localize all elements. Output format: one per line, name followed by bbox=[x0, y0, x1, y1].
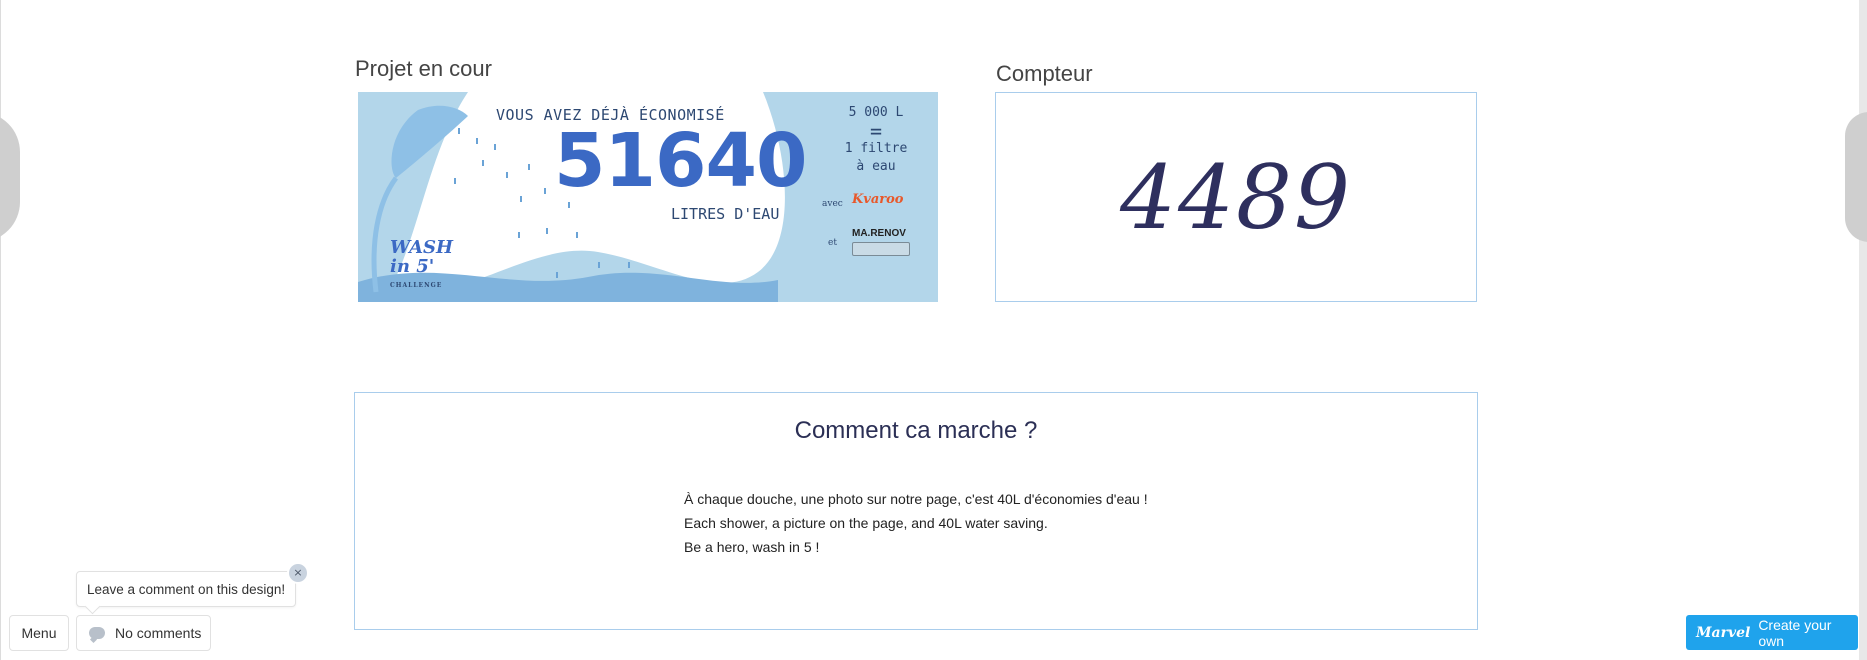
comments-label: No comments bbox=[115, 625, 202, 641]
counter-section-title: Compteur bbox=[996, 61, 1093, 86]
right-scrollbar-track[interactable] bbox=[1859, 0, 1867, 660]
rate-equals: = bbox=[869, 119, 883, 143]
partner-logo-kvaroo: Kvaroo bbox=[852, 192, 904, 207]
how-line-cta: Be a hero, wash in 5 ! bbox=[684, 539, 820, 555]
rate-line-2: à eau bbox=[856, 159, 896, 174]
project-section-title: Projet en cour bbox=[355, 56, 492, 81]
left-frame-edge bbox=[0, 0, 1, 660]
logo-line-2: in 5' bbox=[390, 256, 435, 277]
banner-et: et bbox=[828, 238, 837, 248]
banner-savings-amount: 51640 bbox=[554, 118, 807, 204]
create-your-own-label: Create your own bbox=[1758, 616, 1832, 649]
logo-small: CHALLENGE bbox=[390, 282, 443, 289]
savings-banner: VOUS AVEZ DÉJÀ ÉCONOMISÉ 51640 LITRES D'… bbox=[358, 92, 938, 302]
counter-box: 4489 bbox=[995, 92, 1477, 302]
banner-rate: 5 000 L = 1 filtre à eau bbox=[826, 104, 926, 176]
how-line-en: Each shower, a picture on the page, and … bbox=[684, 515, 1048, 531]
how-it-works-title: Comment ca marche ? bbox=[794, 417, 1038, 444]
banner-unit: LITRES D'EAU bbox=[671, 205, 780, 223]
previous-screen-arrow[interactable] bbox=[0, 112, 20, 242]
partner-logo-marenov: MA.RENOV bbox=[852, 228, 906, 239]
comment-bubble-icon bbox=[89, 627, 105, 639]
counter-value: 4489 bbox=[1120, 145, 1352, 249]
comment-tooltip: Leave a comment on this design! bbox=[76, 571, 297, 607]
how-it-works-text: À chaque douche, une photo sur notre pag… bbox=[684, 487, 1148, 559]
how-line-fr: À chaque douche, une photo sur notre pag… bbox=[684, 491, 1148, 507]
wash-in-5-logo: WASH in 5' CHALLENGE bbox=[390, 238, 453, 295]
partner-logo-image bbox=[852, 242, 910, 256]
banner-avec: avec bbox=[822, 199, 843, 209]
rate-line-1: 1 filtre bbox=[844, 141, 908, 156]
next-screen-arrow[interactable] bbox=[1845, 112, 1867, 242]
menu-button[interactable]: Menu bbox=[9, 615, 69, 651]
close-icon[interactable]: × bbox=[287, 562, 309, 584]
how-it-works-box: Comment ca marche ? À chaque douche, une… bbox=[354, 392, 1478, 630]
logo-line-1: WASH bbox=[390, 237, 454, 258]
create-your-own-button[interactable]: Marvel Create your own bbox=[1686, 615, 1858, 650]
marvel-logo-icon: Marvel bbox=[1696, 624, 1751, 641]
comments-button[interactable]: No comments bbox=[76, 615, 211, 651]
